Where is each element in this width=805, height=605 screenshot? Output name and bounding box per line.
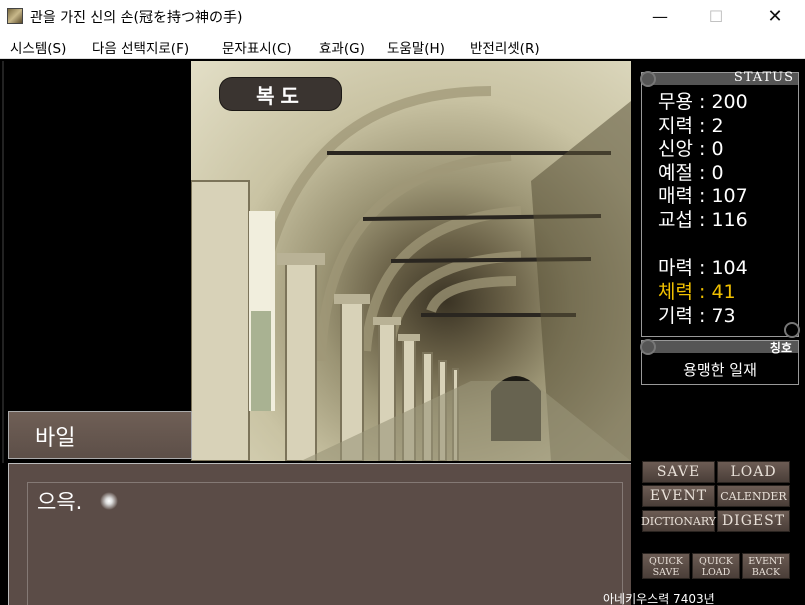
left-black-panel	[2, 61, 191, 463]
menu-bar: 시스템(S) 다음 선택지로(F) 문자표시(C) 효과(G) 도움말(H) 반…	[0, 33, 805, 59]
status-panel: STATUS 무용 : 200 지력 : 2 신앙 : 0 예절 : 0 매력 …	[640, 70, 800, 338]
stat-magic: 마력 : 104	[658, 257, 748, 279]
speaker-name-box: 바일	[8, 411, 192, 459]
minimize-button[interactable]: —	[637, 0, 683, 33]
close-button[interactable]: ✕	[752, 0, 798, 33]
calender-button[interactable]: CALENDER	[717, 485, 790, 507]
title-value: 용맹한 일재	[683, 361, 757, 379]
status-title: STATUS	[733, 70, 794, 85]
title-bar: 관을 가진 신의 손(冠を持つ神の手) — ☐ ✕	[0, 0, 805, 33]
window-title: 관을 가진 신의 손(冠を持つ神の手)	[30, 10, 243, 26]
menu-help[interactable]: 도움말(H)	[387, 37, 445, 57]
calendar-date: 아네키우스력 7403년	[603, 592, 715, 605]
title-panel-header: 칭호	[642, 341, 798, 355]
game-screen: 복도 바일 으윽. STATUS 무용 : 200 지력 : 2 신앙 : 0 …	[0, 59, 805, 605]
scene-background	[191, 61, 631, 461]
dictionary-button[interactable]: DICTIONARY	[641, 510, 716, 532]
load-button[interactable]: LOAD	[717, 461, 790, 483]
digest-button[interactable]: DIGEST	[717, 510, 790, 532]
ornament-icon	[640, 71, 656, 87]
status-header: STATUS	[642, 70, 798, 85]
event-button[interactable]: EVENT	[642, 485, 715, 507]
stat-stamina: 체력 : 41	[658, 281, 736, 303]
maximize-button[interactable]: ☐	[693, 0, 739, 33]
save-button[interactable]: SAVE	[642, 461, 715, 483]
text-advance-icon	[100, 492, 118, 510]
stat-energy: 기력 : 73	[658, 305, 736, 327]
title-panel: 칭호 용맹한 일재	[640, 339, 799, 385]
event-back-button[interactable]: EVENT BACK	[742, 553, 790, 579]
stat-faith: 신앙 : 0	[658, 138, 724, 160]
corridor-illustration	[191, 86, 631, 461]
quick-save-button[interactable]: QUICK SAVE	[642, 553, 690, 579]
stat-negotiation: 교섭 : 116	[658, 209, 748, 231]
ornament-icon	[640, 339, 656, 355]
quick-load-button[interactable]: QUICK LOAD	[692, 553, 740, 579]
menu-next-choice[interactable]: 다음 선택지로(F)	[92, 37, 189, 57]
dialog-text: 으윽.	[37, 490, 83, 514]
stat-valor: 무용 : 200	[658, 91, 748, 113]
menu-text-display[interactable]: 문자표시(C)	[222, 37, 292, 57]
menu-reverse-reset[interactable]: 반전리셋(R)	[470, 37, 540, 57]
stat-charm: 매력 : 107	[658, 185, 748, 207]
menu-effects[interactable]: 효과(G)	[319, 37, 365, 57]
dialog-box[interactable]: 으윽.	[8, 463, 631, 605]
speaker-name: 바일	[35, 426, 76, 451]
ornament-icon	[784, 322, 800, 338]
title-label: 칭호	[769, 341, 792, 355]
menu-system[interactable]: 시스템(S)	[10, 37, 66, 57]
location-label: 복도	[220, 78, 341, 110]
app-icon	[7, 8, 23, 24]
